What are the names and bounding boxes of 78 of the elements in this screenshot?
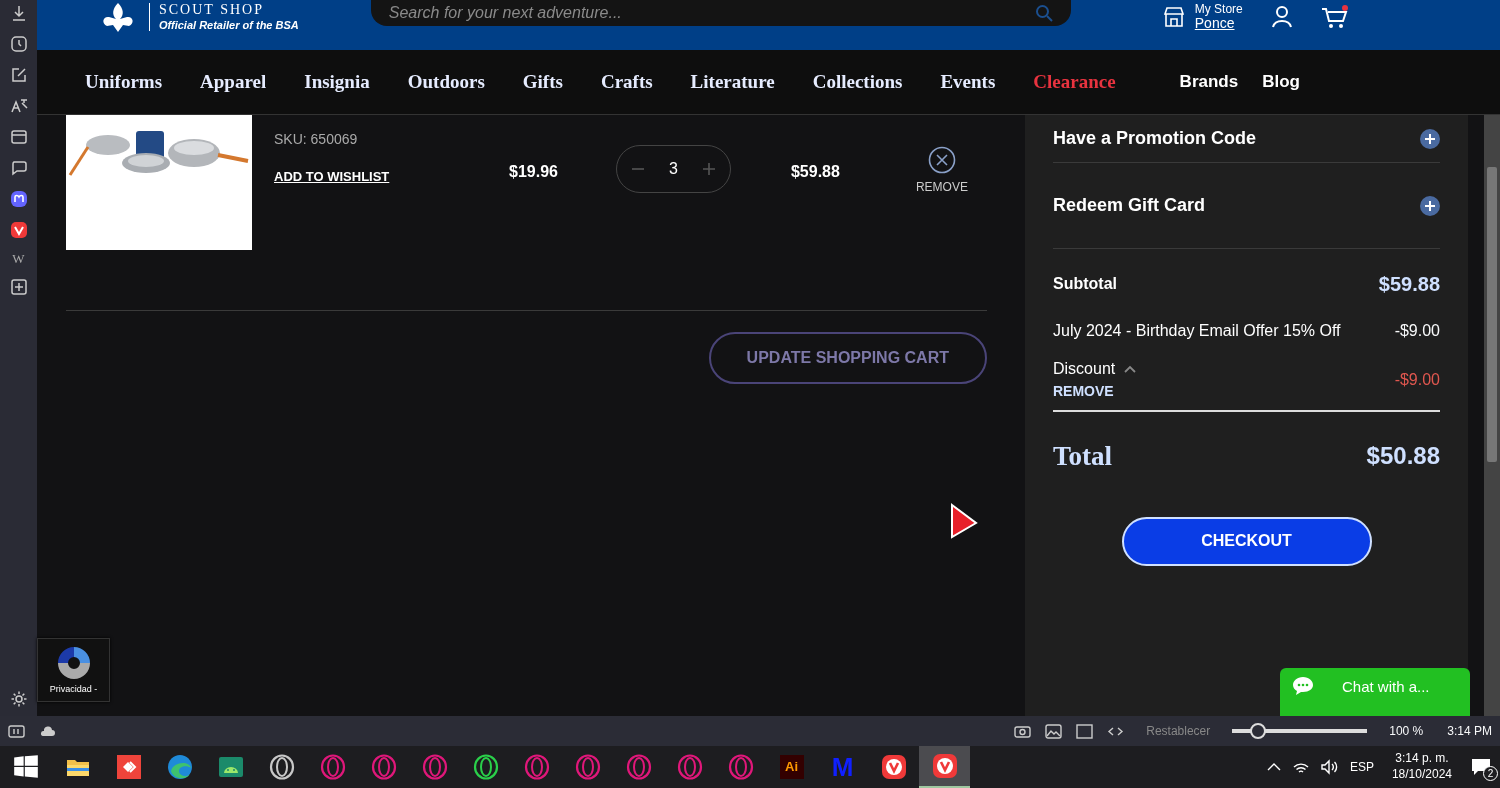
- nav-link[interactable]: Brands: [1179, 69, 1239, 95]
- note-icon[interactable]: [9, 66, 28, 84]
- summary-label: Subtotal: [1053, 274, 1117, 294]
- remove-button[interactable]: REMOVE: [909, 145, 974, 197]
- store-label: My Store: [1194, 3, 1243, 16]
- chat-bubble-icon[interactable]: [9, 159, 28, 177]
- plus-circle-icon[interactable]: [1420, 195, 1440, 216]
- summary-label: Discount: [1053, 359, 1116, 379]
- vivaldi-icon[interactable]: [9, 221, 28, 239]
- date-text[interactable]: 18/10/2024: [1391, 767, 1452, 783]
- panel-toggle-icon[interactable]: [8, 722, 25, 740]
- unit-price: $19.96: [509, 162, 558, 182]
- section-title[interactable]: Redeem Gift Card: [1053, 192, 1206, 219]
- clock-icon[interactable]: [9, 35, 28, 53]
- scrollbar[interactable]: [1484, 115, 1500, 716]
- nav-link[interactable]: Outdoors: [407, 67, 485, 97]
- total-amount: $50.88: [1366, 441, 1440, 472]
- wikipedia-icon[interactable]: W: [12, 252, 25, 265]
- close-icon: [927, 146, 956, 174]
- ring-icon[interactable]: [268, 754, 295, 780]
- search-field[interactable]: Search for your next adventure...: [370, 0, 1071, 26]
- nav-link[interactable]: Collections: [812, 67, 903, 97]
- window-icon[interactable]: [9, 128, 28, 146]
- edge-icon[interactable]: [166, 754, 193, 780]
- plus-circle-icon[interactable]: [1420, 128, 1440, 149]
- clock-text: 3:14 PM: [1447, 723, 1492, 740]
- mastodon-icon[interactable]: [9, 190, 28, 208]
- vivaldi-icon[interactable]: [931, 753, 958, 779]
- summary-amount: -$9.00: [1394, 321, 1440, 341]
- settings-icon[interactable]: [9, 690, 28, 708]
- nav-link[interactable]: Apparel: [200, 67, 267, 97]
- section-title[interactable]: Have a Promotion Code: [1053, 125, 1257, 152]
- layout-icon[interactable]: [1076, 722, 1094, 740]
- quantity-value: 3: [669, 159, 678, 179]
- nav-link[interactable]: Gifts: [522, 67, 563, 97]
- windows-icon[interactable]: [13, 754, 39, 780]
- notification-count: 2: [1483, 766, 1498, 781]
- summary-amount: $59.88: [1378, 272, 1440, 297]
- zoom-reading: 100 %: [1389, 723, 1424, 740]
- vivaldi-icon[interactable]: [880, 754, 907, 780]
- chat-icon: [1292, 676, 1314, 696]
- reset-link[interactable]: Restablecer: [1146, 722, 1211, 740]
- remote-desktop-icon[interactable]: [115, 754, 142, 780]
- chevron-icon[interactable]: [1123, 364, 1138, 374]
- nav-link[interactable]: Clearance: [1033, 67, 1116, 97]
- ring-icon[interactable]: [472, 754, 499, 780]
- update-cart-button[interactable]: UPDATE SHOPPING CART: [708, 332, 987, 384]
- line-total: $59.88: [790, 162, 840, 182]
- recaptcha-badge[interactable]: Privacidad -: [37, 638, 110, 702]
- user-icon[interactable]: [1270, 6, 1293, 28]
- nav-link[interactable]: Events: [940, 67, 996, 97]
- recaptcha-text[interactable]: Privacidad -: [49, 683, 98, 697]
- summary-amount: -$9.00: [1394, 369, 1440, 390]
- tagline: Official Retailer of the BSA: [159, 20, 299, 31]
- nav-link[interactable]: Crafts: [600, 67, 653, 97]
- add-icon[interactable]: [9, 278, 28, 296]
- sku-text: SKU: 650069: [274, 130, 359, 149]
- image-icon[interactable]: [1045, 722, 1063, 740]
- time-text[interactable]: 3:14 p. m.: [1395, 751, 1449, 767]
- summary-label: July 2024 - Birthday Email Offer 15% Off: [1053, 321, 1341, 341]
- wishlist-link[interactable]: ADD TO WISHLIST: [274, 167, 482, 187]
- cart-icon[interactable]: [1320, 5, 1351, 29]
- store-link[interactable]: Ponce: [1194, 15, 1243, 31]
- remove-link[interactable]: REMOVE: [1053, 381, 1138, 402]
- store-icon[interactable]: [1162, 6, 1185, 28]
- illustrator-icon[interactable]: Ai: [779, 755, 804, 779]
- total-label: Total: [1053, 440, 1113, 473]
- nav-link[interactable]: Blog: [1262, 69, 1300, 95]
- android-icon[interactable]: [217, 754, 244, 780]
- nav-link[interactable]: Insignia: [304, 67, 370, 97]
- language-indicator[interactable]: ESP: [1349, 758, 1374, 776]
- volume-icon[interactable]: [1319, 759, 1340, 775]
- nav-link[interactable]: Uniforms: [85, 67, 163, 97]
- checkout-button[interactable]: CHECKOUT: [1121, 516, 1372, 566]
- pointer-icon: [949, 503, 979, 541]
- brand-name: SCOUT SHOP: [159, 3, 265, 17]
- translate-icon[interactable]: [9, 97, 28, 115]
- nav-link[interactable]: Literature: [690, 67, 775, 97]
